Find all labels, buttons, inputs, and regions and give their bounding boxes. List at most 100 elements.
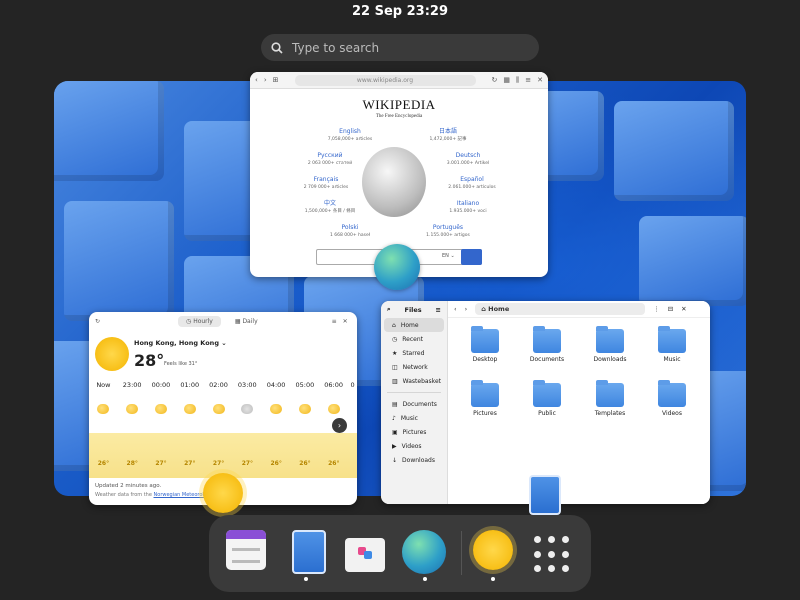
search-bar[interactable]: Type to search — [261, 34, 539, 61]
language-link[interactable]: Polski 1 668 000+ haseł — [310, 224, 390, 240]
menu-icon[interactable]: ≡ — [525, 76, 531, 84]
tab-hourly[interactable]: ◷ Hourly — [178, 315, 221, 327]
tabs-icon[interactable]: ▦ — [503, 76, 510, 84]
wikipedia-globe-icon — [362, 147, 426, 217]
language-link[interactable]: Italiano 1.935.000+ voci — [428, 200, 508, 216]
url-bar[interactable]: www.wikipedia.org — [294, 74, 476, 86]
search-icon[interactable]: ⌕ — [387, 305, 391, 314]
video-icon: ▶ — [392, 442, 397, 450]
software-icon[interactable] — [345, 530, 385, 574]
folder-downloads[interactable]: Downloads — [585, 326, 635, 363]
close-icon[interactable]: ✕ — [343, 318, 348, 325]
weather-icon[interactable] — [473, 530, 513, 574]
cloud-icon — [241, 404, 254, 414]
files-toolbar: ‹ › ⌂ Home ⋮ ⊟ ✕ — [448, 301, 710, 318]
files-sidebar: ⌕ Files ≡ ⌂ Home ◷ Recent ★ Starred ◫ Network … — [381, 301, 448, 504]
dock-separator — [461, 531, 462, 575]
hour-temp: 27° — [155, 460, 167, 467]
language-link[interactable]: Français 2 709 000+ articles — [286, 176, 366, 192]
folder-desktop[interactable]: Desktop — [460, 326, 510, 363]
folder-icon — [658, 326, 686, 353]
files-icon[interactable] — [289, 530, 329, 574]
language-link[interactable]: Português 1.155.000+ artigos — [408, 224, 488, 240]
clock[interactable]: 22 Sep 23:29 — [352, 4, 448, 19]
star-icon: ★ — [392, 349, 398, 357]
sidebar-item-home[interactable]: ⌂ Home — [384, 318, 444, 332]
close-icon[interactable]: ✕ — [537, 76, 543, 84]
forward-icon[interactable]: › — [264, 76, 267, 84]
trash-icon: ▥ — [392, 377, 398, 385]
weather-header: ↻ ◷ Hourly ▦ Daily ≡ ✕ — [89, 312, 357, 330]
calendar-icon[interactable] — [226, 530, 266, 574]
files-window[interactable]: ⌕ Files ≡ ⌂ Home ◷ Recent ★ Starred ◫ Network … — [381, 301, 710, 504]
language-link[interactable]: English 7,058,000+ articles — [310, 128, 390, 144]
wikipedia-search-button[interactable] — [461, 249, 482, 265]
close-icon[interactable]: ✕ — [681, 305, 686, 313]
language-link[interactable]: Español 2.061.000+ artículos — [432, 176, 512, 192]
partly-cloudy-icon — [212, 404, 225, 414]
partly-cloudy-icon — [154, 404, 167, 414]
hour-temp: 26° — [299, 460, 311, 467]
folder-icon — [596, 380, 624, 407]
sidebar-item-starred[interactable]: ★ Starred — [384, 346, 444, 360]
sidebar-item-documents[interactable]: ▤ Documents — [384, 397, 444, 411]
language-link[interactable]: 日本語 1,472,000+ 記事 — [408, 128, 488, 144]
back-icon[interactable]: ‹ — [255, 76, 258, 84]
sidebar-item-wastebasket[interactable]: ▥ Wastebasket — [384, 374, 444, 388]
view-icon[interactable]: ⊟ — [668, 305, 673, 313]
search-placeholder: Type to search — [292, 40, 380, 55]
hour-label: 04:00 — [266, 381, 286, 389]
folder-documents[interactable]: Documents — [522, 326, 572, 363]
network-icon: ◫ — [392, 363, 398, 371]
updated-text: Updated 2 minutes ago. — [95, 483, 162, 489]
folder-public[interactable]: Public — [522, 380, 572, 417]
language-link[interactable]: Русский 2 063 000+ статей — [290, 152, 370, 168]
partly-cloudy-icon — [298, 404, 311, 414]
language-link[interactable]: Deutsch 3.001.000+ Artikel — [428, 152, 508, 168]
wallpaper-cube — [639, 216, 746, 306]
sidebar-item-recent[interactable]: ◷ Recent — [384, 332, 444, 346]
more-icon[interactable]: ⋮ — [653, 305, 660, 313]
path-bar[interactable]: ⌂ Home — [475, 303, 646, 315]
reload-icon[interactable]: ↻ — [492, 76, 498, 84]
sidebar-item-network[interactable]: ◫ Network — [384, 360, 444, 374]
back-icon[interactable]: ‹ — [454, 305, 457, 313]
hour-label: 02:00 — [209, 381, 228, 389]
sidebar-item-downloads[interactable]: ↓ Downloads — [384, 453, 444, 467]
forward-icon[interactable]: › — [465, 305, 468, 313]
folder-templates[interactable]: Templates — [585, 380, 635, 417]
sidebar-item-music[interactable]: ♪ Music — [384, 411, 444, 425]
wikipedia-logo: WIKIPEDIA — [362, 97, 436, 112]
dock — [209, 515, 591, 592]
sun-icon — [95, 337, 129, 371]
sidebar-item-pictures[interactable]: ▣ Pictures — [384, 425, 444, 439]
url-text: www.wikipedia.org — [356, 76, 414, 84]
location-selector[interactable]: Hong Kong, Hong Kong ⌄ — [134, 339, 227, 347]
browser-toolbar: ‹ › ⊞ www.wikipedia.org ↻ ▦ ⫼ ≡ ✕ — [250, 72, 548, 89]
library-icon[interactable]: ⫼ — [516, 76, 519, 85]
folder-videos[interactable]: Videos — [647, 380, 697, 417]
web-browser-icon[interactable] — [402, 530, 446, 574]
folder-pictures[interactable]: Pictures — [460, 380, 510, 417]
menu-icon[interactable]: ≡ — [436, 306, 441, 314]
tab-daily[interactable]: ▦ Daily — [227, 316, 266, 327]
hour-label: 01:00 — [180, 381, 200, 389]
language-link[interactable]: 中文 1,500,000+ 条目 / 條目 — [290, 200, 370, 216]
scroll-next-button[interactable]: › — [332, 418, 347, 433]
language-select[interactable]: EN ⌄ — [442, 253, 455, 259]
hour-label: 23:00 — [122, 381, 142, 389]
folder-music[interactable]: Music — [647, 326, 697, 363]
sidebar-item-videos[interactable]: ▶ Videos — [384, 439, 444, 453]
app-grid-icon[interactable] — [534, 530, 574, 574]
feels-like: Feels like 31° — [164, 361, 198, 367]
hour-label: 0 — [350, 381, 355, 389]
new-tab-icon[interactable]: ⊞ — [273, 76, 279, 84]
running-indicator — [423, 577, 427, 581]
image-icon: ▣ — [392, 428, 398, 436]
folder-icon — [471, 380, 499, 407]
refresh-icon[interactable]: ↻ — [95, 318, 100, 325]
web-browser-icon — [374, 244, 420, 290]
menu-icon[interactable]: ≡ — [332, 318, 337, 325]
hourly-icons — [89, 404, 357, 414]
partly-cloudy-icon — [126, 404, 139, 414]
